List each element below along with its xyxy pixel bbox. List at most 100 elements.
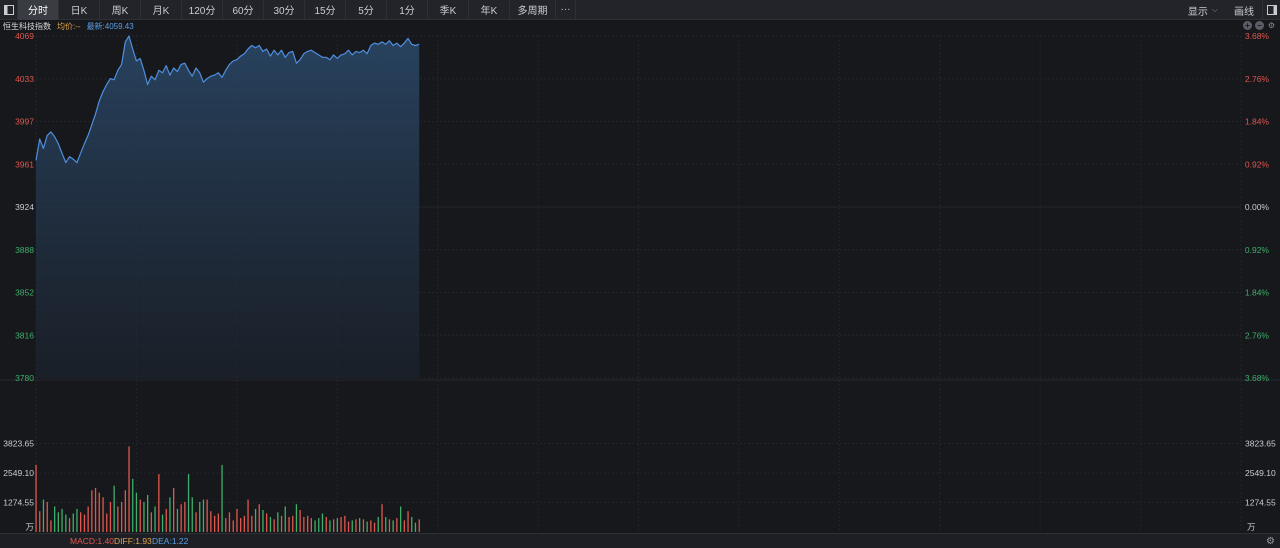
volume-bar [94, 488, 97, 532]
volume-bar [187, 474, 190, 532]
volume-bar [191, 497, 193, 532]
tab-9[interactable]: 1分 [387, 0, 428, 20]
index-name: 恒生科技指数 [3, 21, 51, 31]
percent-tick-label: 0.92% [1245, 245, 1270, 255]
percent-tick-label: 1.84% [1245, 288, 1270, 298]
percent-tick-label: 2.76% [1245, 74, 1270, 84]
volume-bar [214, 515, 216, 532]
price-tick-label: 3816 [15, 330, 34, 340]
volume-bar [310, 518, 312, 532]
tab-10[interactable]: 季K [428, 0, 469, 20]
volume-bar [180, 504, 182, 532]
volume-bar [340, 517, 342, 532]
right-panel-toggle-icon[interactable] [1262, 0, 1280, 20]
volume-bar [113, 485, 115, 532]
display-label: 显示 [1187, 6, 1208, 18]
chevron-down-icon: ⌵ [1211, 5, 1218, 14]
volume-bar [65, 514, 67, 532]
tab-5[interactable]: 60分 [223, 0, 264, 20]
volume-bar [266, 513, 268, 532]
tab-7[interactable]: 15分 [305, 0, 346, 20]
tab-3[interactable]: 月K [141, 0, 182, 20]
tab-6[interactable]: 30分 [264, 0, 305, 20]
volume-bar [232, 520, 234, 532]
zoom-in-icon[interactable]: + [1243, 21, 1252, 30]
volume-bar [258, 504, 260, 532]
volume-bar [240, 518, 242, 532]
volume-bar [135, 492, 138, 532]
volume-bar [414, 522, 417, 532]
volume-bar [50, 520, 52, 532]
volume-bar [154, 506, 156, 532]
volume-bar [284, 506, 286, 532]
price-tick-label: 3924 [15, 202, 34, 212]
draw-line-button[interactable]: 画线 [1226, 0, 1262, 20]
volume-bar [273, 519, 275, 532]
volume-bar [366, 521, 368, 532]
volume-bar [195, 512, 197, 532]
tab-8[interactable]: 5分 [346, 0, 387, 20]
volume-bar [87, 506, 89, 532]
diff-value: DIFF:1.93 [114, 536, 152, 546]
volume-bar [370, 520, 372, 532]
sidebar-toggle-icon[interactable] [0, 0, 18, 20]
volume-bar [277, 512, 279, 532]
volume-bar [292, 515, 294, 532]
tab-11[interactable]: 年K [469, 0, 510, 20]
volume-bar [210, 511, 212, 532]
volume-bar [333, 519, 335, 532]
volume-bar [217, 513, 219, 532]
volume-bar [403, 520, 405, 532]
volume-bar [39, 511, 41, 532]
volume-bar [351, 520, 353, 532]
display-menu-button[interactable]: 显示 ⌵ [1180, 0, 1226, 20]
tab-12[interactable]: 多周期 [510, 0, 556, 20]
price-tick-label: 3997 [15, 117, 34, 127]
avg-price: 均价:-- [57, 21, 81, 31]
volume-bar [35, 464, 37, 532]
volume-bar [307, 515, 309, 532]
percent-tick-label: 3.68% [1245, 373, 1270, 383]
price-tick-label: 3852 [15, 288, 34, 298]
volume-bar [121, 501, 123, 532]
volume-bar [411, 517, 413, 532]
tab-1[interactable]: 日K [59, 0, 100, 20]
settings-gear-icon[interactable]: ⚙ [1267, 21, 1276, 30]
volume-bar [325, 517, 327, 532]
volume-bar [106, 513, 108, 532]
last-price: 最新:4059.43 [86, 21, 134, 31]
volume-bar [377, 517, 379, 532]
volume-bar [247, 499, 249, 532]
volume-unit-label-right: 万 [1247, 522, 1256, 532]
volume-bar [225, 518, 227, 532]
volume-bar [109, 501, 112, 532]
volume-bar [407, 511, 409, 532]
zoom-out-icon[interactable]: − [1255, 21, 1264, 30]
volume-bar [254, 508, 257, 532]
tab-4[interactable]: 120分 [182, 0, 223, 20]
volume-bar [418, 519, 420, 532]
volume-tick-label-right: 2549.10 [1245, 468, 1276, 478]
intraday-chart[interactable]: 4069 3.68% 4033 2.76% 3997 1.84% 3961 0.92% 3924… [0, 32, 1280, 533]
volume-bar [76, 508, 78, 532]
volume-bar [132, 478, 134, 532]
percent-tick-label: 0.92% [1245, 159, 1270, 169]
tab-0[interactable]: 分时 [18, 0, 59, 20]
volume-bar [392, 520, 394, 532]
tab-2[interactable]: 周K [100, 0, 141, 20]
volume-bar [173, 488, 175, 532]
volume-bar [91, 490, 93, 532]
volume-bar [61, 508, 63, 532]
volume-bar [98, 492, 100, 532]
volume-bar [288, 517, 290, 532]
volume-tick-label: 3823.65 [3, 439, 34, 449]
volume-bar [280, 515, 283, 532]
price-tick-label: 4033 [15, 74, 34, 84]
price-tick-label: 4069 [15, 32, 34, 41]
indicator-settings-icon[interactable]: ⚙ [1266, 536, 1275, 547]
percent-tick-label: 2.76% [1245, 330, 1270, 340]
volume-bar [57, 512, 59, 532]
volume-bar [199, 501, 201, 532]
tab-13[interactable]: ··· [556, 0, 576, 20]
volume-bar [385, 517, 387, 532]
